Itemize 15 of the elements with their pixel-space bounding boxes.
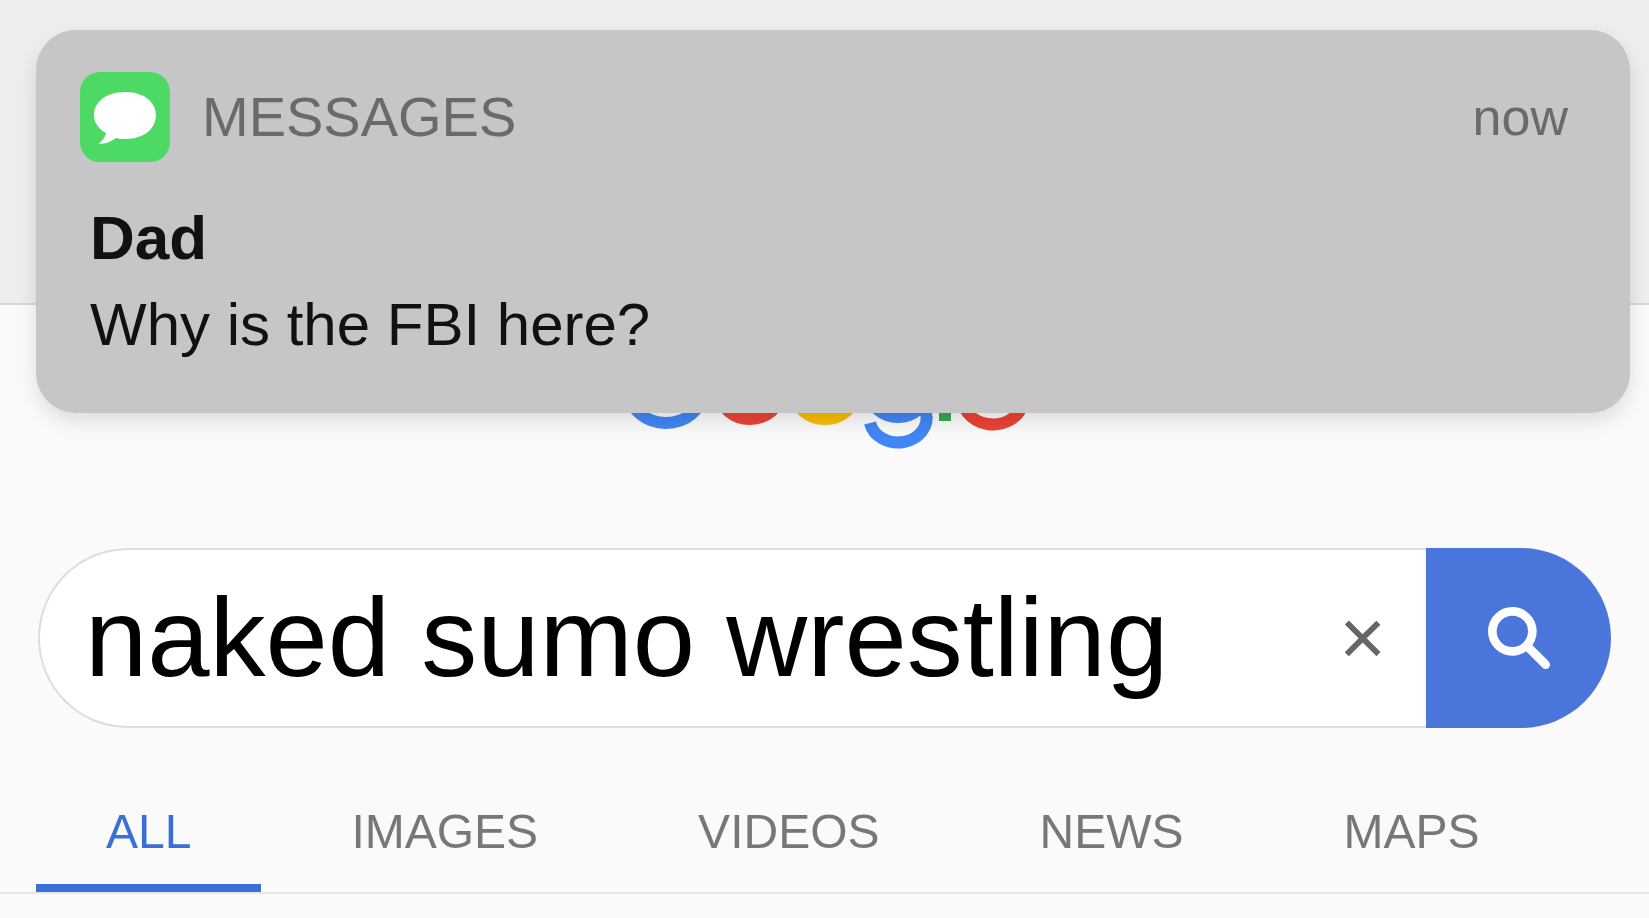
message-text: Why is the FBI here? — [90, 295, 652, 355]
app-name: MESSAGES — [202, 89, 518, 145]
search-text: naked sumo wrestling — [85, 574, 1170, 702]
notification-card[interactable]: MESSAGES now Dad Why is the FBI here? — [36, 30, 1630, 413]
clear-button[interactable]: × — [1339, 598, 1386, 678]
tab[interactable]: IMAGES — [281, 808, 609, 892]
search-button[interactable] — [1426, 548, 1611, 728]
tab[interactable]: MAPS — [1273, 808, 1550, 892]
sender-name: Dad — [90, 207, 209, 269]
search-field[interactable]: naked sumo wrestling × — [38, 548, 1426, 728]
tab[interactable]: NEWS — [969, 808, 1254, 892]
chat-bubble-icon — [80, 72, 170, 162]
notification-time: now — [1472, 91, 1568, 143]
tab[interactable]: ALL — [36, 808, 262, 892]
tab[interactable]: VIDEOS — [628, 808, 950, 892]
